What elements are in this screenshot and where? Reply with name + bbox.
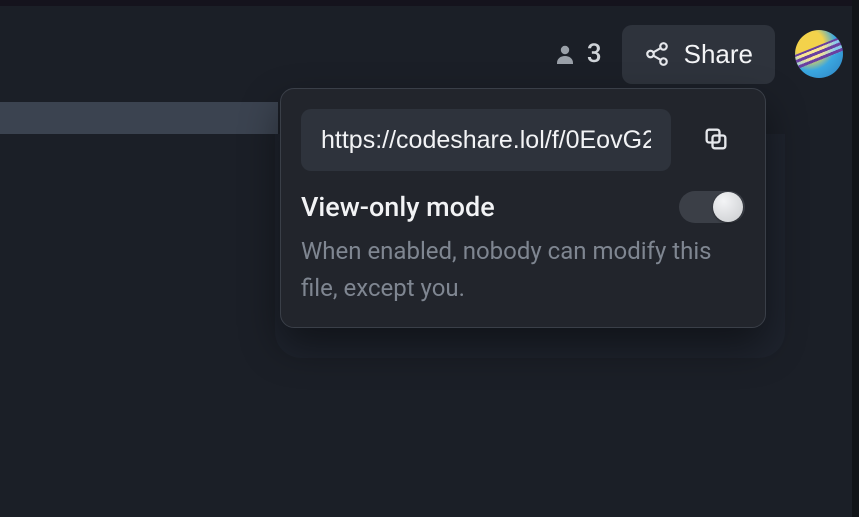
copy-button[interactable] <box>687 109 745 171</box>
user-count: 3 <box>553 39 602 69</box>
toggle-knob <box>713 192 743 222</box>
share-button-label: Share <box>684 39 753 70</box>
panel-strip <box>0 102 278 134</box>
user-count-value: 3 <box>587 39 602 69</box>
vertical-scrollbar[interactable] <box>852 0 859 517</box>
view-only-title: View-only mode <box>301 191 495 223</box>
view-only-head: View-only mode <box>301 191 745 223</box>
share-button[interactable]: Share <box>622 25 775 84</box>
share-icon <box>644 41 670 67</box>
avatar[interactable] <box>795 30 843 78</box>
view-only-toggle[interactable] <box>679 191 745 223</box>
copy-icon <box>702 125 730 156</box>
share-popover: View-only mode When enabled, nobody can … <box>280 88 766 328</box>
view-only-description: When enabled, nobody can modify this fil… <box>301 233 745 307</box>
share-url-input[interactable] <box>301 109 671 171</box>
user-icon <box>553 42 577 66</box>
view-only-section: View-only mode When enabled, nobody can … <box>301 191 745 307</box>
url-row <box>301 109 745 171</box>
